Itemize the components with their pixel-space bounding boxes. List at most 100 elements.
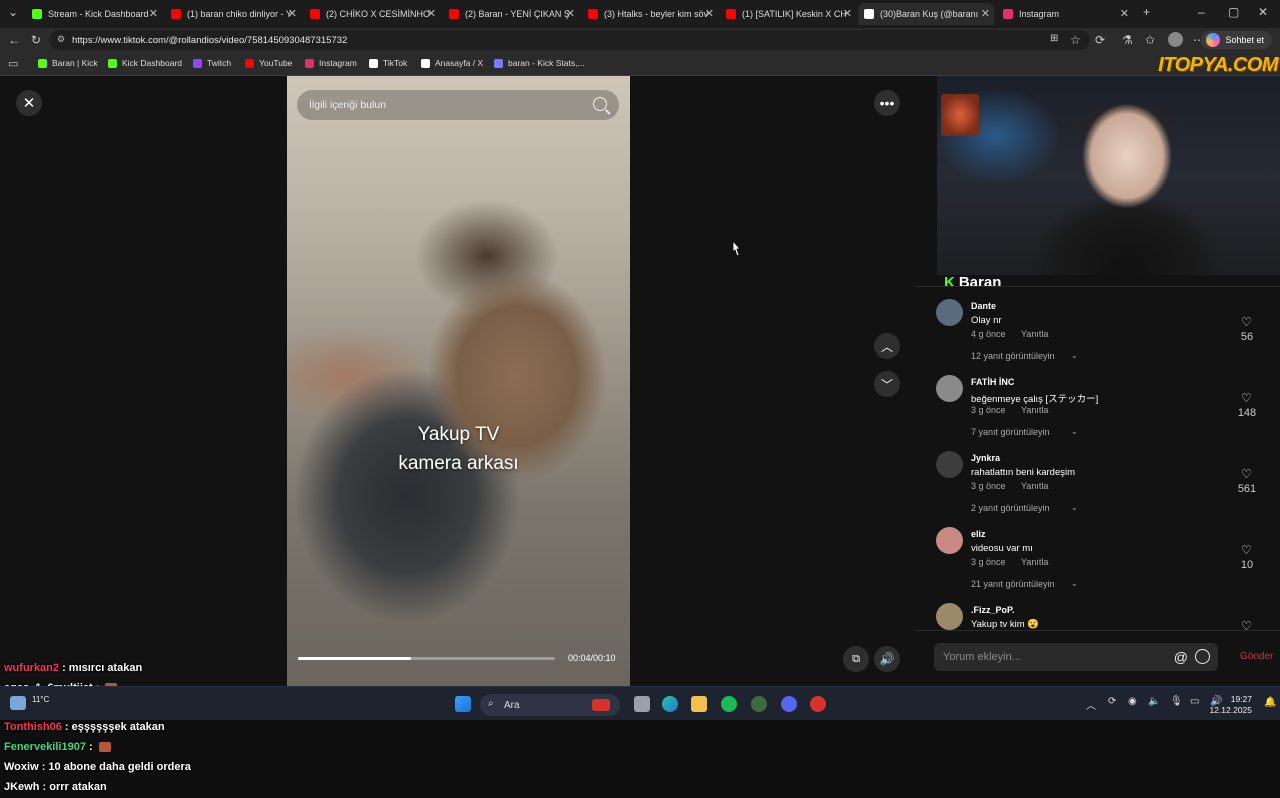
reply-button[interactable]: Yanıtla [1021, 329, 1048, 339]
bookmark-item[interactable]: Kick Dashboard [108, 58, 182, 68]
discord-tray-icon[interactable]: ◉ [1128, 696, 1137, 707]
mention-icon[interactable]: @ [1174, 649, 1188, 665]
clock[interactable]: 19:27 12.12.2025 [1209, 694, 1252, 716]
search-input[interactable]: İlgili içeriği bulun [297, 90, 619, 120]
app-icon[interactable] [751, 696, 767, 712]
bookmark-item[interactable]: Instagram [305, 58, 357, 68]
volume-button[interactable]: 🔊 [874, 646, 900, 672]
view-replies-button[interactable]: 2 yanıt görüntüleyin [971, 503, 1050, 513]
browser-tab[interactable]: (2) Baran - YENİ ÇIKAN ŞARK✕ [443, 3, 579, 25]
send-comment-button[interactable]: Gönder [1240, 651, 1273, 662]
address-bar[interactable]: ⚙ https://www.tiktok.com/@rollandios/vid… [50, 30, 1090, 50]
video-player[interactable]: İlgili içeriği bulun Yakup TV kamera ark… [287, 76, 630, 686]
extension-icon[interactable]: ⟳ [1095, 33, 1105, 47]
task-view-icon[interactable] [634, 696, 650, 712]
tab-close-icon[interactable]: ✕ [981, 7, 990, 20]
search-icon[interactable] [593, 97, 607, 111]
profile-avatar[interactable] [1168, 32, 1183, 47]
extensions-icon[interactable]: ⚗ [1122, 33, 1133, 47]
heart-icon[interactable]: ♡ [1241, 391, 1252, 405]
favorite-star-icon[interactable]: ☆ [1070, 33, 1081, 47]
sync-icon[interactable]: ⟳ [1108, 696, 1116, 707]
tab-close-icon[interactable]: ✕ [288, 7, 297, 20]
file-explorer-icon[interactable] [691, 696, 707, 712]
tab-close-icon[interactable]: ✕ [1120, 7, 1129, 20]
reader-icon[interactable]: ⊞ [1050, 33, 1058, 44]
previous-video-button[interactable]: ︿ [874, 333, 900, 359]
view-replies-button[interactable]: 7 yanıt görüntüleyin [971, 427, 1050, 437]
like-count: 56 [1240, 331, 1254, 343]
browser-tab[interactable]: (30)Baran Kuş (@baranı ✕ [858, 3, 994, 25]
pip-button[interactable]: ⧉ [843, 646, 869, 672]
avatar[interactable] [936, 451, 963, 478]
avatar[interactable] [936, 375, 963, 402]
comment-username[interactable]: eliz [971, 529, 986, 539]
discord-icon[interactable] [781, 696, 797, 712]
display-icon[interactable]: ▭ [1190, 696, 1199, 707]
reply-button[interactable]: Yanıtla [1021, 405, 1048, 415]
tiktok-video-page: ✕ İlgili içeriği bulun Yakup TV kamera a… [0, 76, 1280, 793]
bookmark-item[interactable]: TikTok [369, 58, 407, 68]
browser-tab[interactable]: (3) Htalks - beyler kim sövdü ✕ [582, 3, 718, 25]
reply-button[interactable]: Yanıtla [1021, 481, 1048, 491]
view-replies-button[interactable]: 21 yanıt görüntüleyin [971, 579, 1055, 589]
tab-list-icon[interactable]: ⌄ [8, 5, 18, 19]
back-icon[interactable]: ← [8, 33, 20, 47]
microphone-icon[interactable]: 🎙 [1170, 696, 1183, 707]
site-info-icon[interactable]: ⚙ [57, 34, 65, 45]
notifications-icon[interactable]: 🔔 [1264, 697, 1276, 708]
heart-icon[interactable]: ♡ [1241, 619, 1252, 630]
volume-tray-icon[interactable]: 🔈 [1148, 696, 1160, 707]
browser-tab[interactable]: Instagram ✕ [997, 3, 1133, 25]
edge-browser-icon[interactable] [662, 696, 678, 712]
heart-icon[interactable]: ♡ [1241, 315, 1252, 329]
taskbar-search[interactable]: ⌕ Ara [480, 694, 620, 716]
chat-text: : [85, 741, 96, 754]
minimize-icon[interactable]: – [1198, 5, 1205, 19]
bookmark-item[interactable]: YouTube [245, 58, 292, 68]
next-video-button[interactable]: ﹀ [874, 371, 900, 397]
heart-icon[interactable]: ♡ [1241, 543, 1252, 557]
tab-close-icon[interactable]: ✕ [566, 7, 575, 20]
browser-tab[interactable]: (1) baran chiko dinliyor - Yo ✕ [165, 3, 301, 25]
new-tab-icon[interactable]: + [1143, 5, 1150, 19]
reload-icon[interactable]: ↻ [31, 33, 41, 47]
comment-input[interactable]: Yorum ekleyin... @ [934, 643, 1218, 671]
start-icon[interactable] [455, 696, 471, 712]
weather-icon[interactable] [10, 696, 26, 710]
favorites-icon[interactable]: ✩ [1145, 33, 1155, 47]
heart-icon[interactable]: ♡ [1241, 467, 1252, 481]
copilot-chat-button[interactable]: Sohbet et [1201, 31, 1272, 49]
tab-close-icon[interactable]: ✕ [149, 7, 158, 20]
comment-username[interactable]: Jynkra [971, 453, 1000, 463]
avatar[interactable] [936, 299, 963, 326]
chat-button-label: Sohbet et [1225, 35, 1264, 45]
video-progress-bar[interactable] [298, 657, 555, 660]
avatar[interactable] [936, 527, 963, 554]
avatar[interactable] [936, 603, 963, 630]
bookmark-item[interactable]: Twitch [193, 58, 231, 68]
browser-tab[interactable]: (1) [SATILIK] Keskin X CHİKO✕ [720, 3, 856, 25]
comment-username[interactable]: .Fizz_PoP. [971, 605, 1014, 615]
tray-chevron-icon[interactable]: ︿ [1086, 697, 1096, 712]
comment-username[interactable]: Dante [971, 301, 996, 311]
reply-button[interactable]: Yanıtla [1021, 557, 1048, 567]
bookmark-item[interactable]: Anasayfa / X [421, 58, 483, 68]
emoji-icon[interactable] [1195, 649, 1210, 664]
collections-icon[interactable]: ▭ [8, 57, 18, 70]
bookmark-item[interactable]: Baran | Kick [38, 58, 98, 68]
bookmark-item[interactable]: baran - Kick Stats,... [494, 58, 585, 68]
spotify-icon[interactable] [721, 696, 737, 712]
tab-close-icon[interactable]: ✕ [427, 7, 436, 20]
close-video-button[interactable]: ✕ [16, 90, 42, 116]
browser-tab[interactable]: Stream - Kick Dashboard ✕ [26, 3, 162, 25]
comment-username[interactable]: FATİH İNC [971, 377, 1014, 387]
app-icon-2[interactable] [810, 696, 826, 712]
view-replies-button[interactable]: 12 yanıt görüntüleyin [971, 351, 1055, 361]
browser-tab[interactable]: (2) CHİKO X CESİMİNHO X E✕ [304, 3, 440, 25]
tab-close-icon[interactable]: ✕ [705, 7, 714, 20]
tab-close-icon[interactable]: ✕ [843, 7, 852, 20]
window-close-icon[interactable]: ✕ [1258, 5, 1268, 19]
more-options-button[interactable]: ••• [874, 90, 900, 116]
maximize-icon[interactable]: ▢ [1228, 5, 1239, 19]
